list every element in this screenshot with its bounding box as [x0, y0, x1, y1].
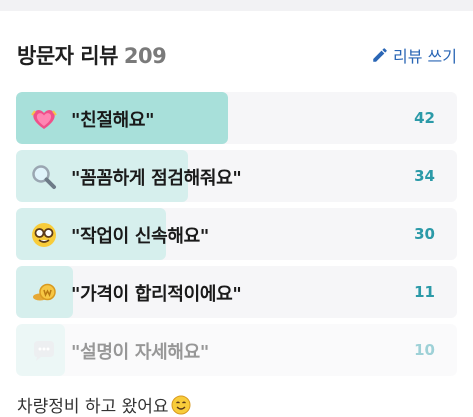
review-keyword-count: 11	[414, 283, 435, 301]
top-divider	[0, 0, 473, 11]
magnifier-icon	[32, 165, 56, 189]
review-snippet[interactable]: 차량정비 하고 왔어요	[17, 392, 191, 417]
write-review-label: 리뷰 쓰기	[393, 47, 457, 66]
review-count: 209	[123, 44, 167, 68]
review-keyword-row[interactable]: "친절해요" 42	[16, 92, 457, 144]
review-keyword-label: "작업이 신속해요"	[71, 226, 209, 247]
review-keyword-count: 42	[414, 109, 435, 127]
review-keyword-label: "가격이 합리적이에요"	[71, 284, 242, 305]
reviews-header: 방문자 리뷰 209 리뷰 쓰기	[17, 40, 457, 72]
review-keyword-label: "친절해요"	[71, 110, 155, 131]
review-keyword-list: "친절해요" 42 "꼼꼼하게 점검해줘요" 34 "작업이 신속해요" 30	[16, 92, 457, 382]
smiling-face-icon	[171, 395, 191, 415]
money-icon	[33, 283, 56, 301]
review-keyword-count: 10	[414, 341, 435, 359]
review-keyword-row[interactable]: "꼼꼼하게 점검해줘요" 34	[16, 150, 457, 202]
review-keyword-row[interactable]: "가격이 합리적이에요" 11	[16, 266, 457, 318]
review-keyword-row[interactable]: "설명이 자세해요" 10	[16, 324, 457, 376]
review-keyword-label: "꼼꼼하게 점검해줘요"	[71, 168, 242, 189]
nerd-face-icon	[32, 223, 56, 247]
section-title-text: 방문자 리뷰	[17, 44, 118, 68]
review-keyword-label: "설명이 자세해요"	[71, 342, 209, 363]
speech-bubble-icon	[34, 341, 54, 361]
section-title: 방문자 리뷰 209	[17, 40, 167, 70]
review-keyword-count: 30	[414, 225, 435, 243]
heart-icon	[31, 110, 57, 129]
review-keyword-count: 34	[414, 167, 435, 185]
write-review-button[interactable]: 리뷰 쓰기	[371, 43, 457, 67]
review-snippet-text: 차량정비 하고 왔어요	[17, 397, 169, 417]
review-keyword-row[interactable]: "작업이 신속해요" 30	[16, 208, 457, 260]
pencil-icon	[373, 48, 387, 62]
